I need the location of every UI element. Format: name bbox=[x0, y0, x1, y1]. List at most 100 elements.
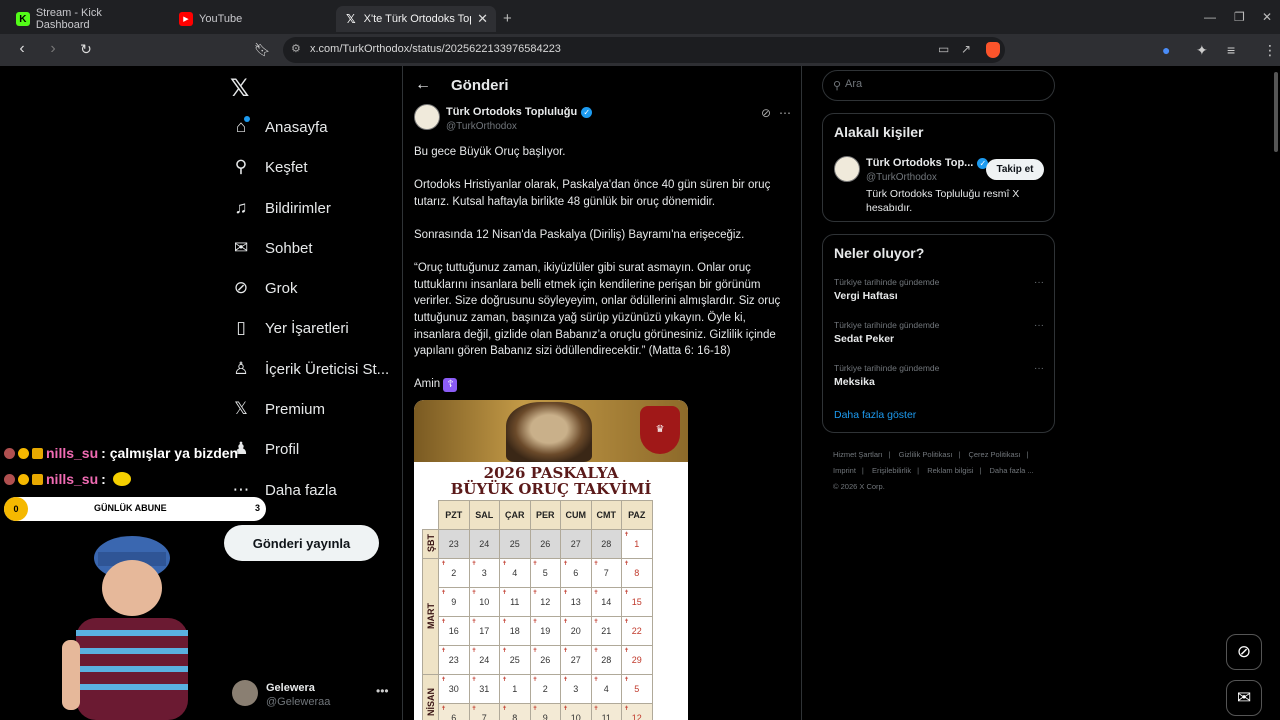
calendar-day: 26 ✝ bbox=[529, 645, 561, 675]
more-icon[interactable]: ••• bbox=[376, 684, 389, 698]
new-tab-button[interactable]: + bbox=[503, 10, 512, 27]
day-number: 8 bbox=[512, 713, 518, 720]
avatar[interactable] bbox=[834, 156, 860, 182]
tweet-author[interactable]: Türk Ortodoks Topluluğu ✓ bbox=[446, 106, 593, 118]
calendar-day-header: PER bbox=[529, 500, 561, 530]
calendar-day: 7 ✝ bbox=[468, 703, 500, 720]
extensions-icon[interactable]: ✦ bbox=[1196, 42, 1208, 59]
site-settings-icon[interactable]: ⚙ bbox=[291, 42, 301, 55]
back-icon[interactable]: ‹ bbox=[12, 40, 32, 58]
tab-x[interactable]: 𝕏 X'te Türk Ortodoks Topluluğu ✕ bbox=[336, 6, 496, 32]
tab-kick[interactable]: K Stream - Kick Dashboard bbox=[8, 6, 165, 32]
trends-card: Neler oluyor? Türkiye tarihinde gündemde… bbox=[822, 234, 1055, 433]
close-icon[interactable]: ✕ bbox=[477, 11, 488, 27]
nav-messages[interactable]: ✉ Sohbet bbox=[231, 233, 313, 263]
related-name[interactable]: Türk Ortodoks Top... ✓ bbox=[866, 157, 989, 169]
restore-icon[interactable]: ❐ bbox=[1234, 10, 1245, 24]
nav-premium[interactable]: 𝕏 Premium bbox=[231, 394, 325, 424]
account-switcher[interactable]: Gelewera @Geleweraa ••• bbox=[232, 680, 392, 710]
url-text[interactable]: x.com/TurkOrthodox/status/20256221339765… bbox=[310, 43, 561, 55]
footer-link[interactable]: Imprint bbox=[833, 466, 856, 475]
cross-icon: ✝ bbox=[563, 706, 569, 712]
show-more-link[interactable]: Daha fazla göster bbox=[834, 409, 916, 421]
playlist-icon[interactable]: ≡ bbox=[1227, 42, 1235, 58]
back-arrow-icon[interactable]: ← bbox=[415, 76, 431, 94]
cast-icon[interactable]: ▭ bbox=[938, 42, 949, 56]
trend-item[interactable]: Türkiye tarihinde gündemde Vergi Haftası… bbox=[834, 277, 1044, 302]
bookmark-page-icon[interactable]: 🔖︎ bbox=[252, 42, 272, 58]
address-bar[interactable]: ⚙ x.com/TurkOrthodox/status/202562213397… bbox=[283, 37, 1005, 63]
minimize-icon[interactable]: — bbox=[1204, 10, 1216, 24]
more-icon[interactable]: ··· bbox=[1034, 363, 1044, 374]
nav-explore[interactable]: ⚲ Keşfet bbox=[231, 152, 308, 182]
author-handle[interactable]: @TurkOrthodox bbox=[446, 121, 517, 132]
grok-button[interactable]: ⊘ bbox=[1226, 634, 1262, 670]
nav-notifications[interactable]: ♫ Bildirimler bbox=[231, 193, 331, 223]
trend-category: Türkiye tarihinde gündemde bbox=[834, 363, 940, 373]
more-icon[interactable]: ··· bbox=[1034, 277, 1044, 288]
post-button[interactable]: Gönderi yayınla bbox=[224, 525, 379, 561]
nav-creator-studio[interactable]: ♙ İçerik Üreticisi St... bbox=[231, 354, 389, 384]
scrollbar[interactable] bbox=[1274, 72, 1278, 152]
reload-icon[interactable]: ↻ bbox=[76, 41, 96, 58]
nav-label: Profil bbox=[265, 440, 300, 458]
close-window-icon[interactable]: ✕ bbox=[1262, 10, 1272, 24]
search-input[interactable] bbox=[845, 78, 1045, 90]
calendar-day: 3 ✝ bbox=[560, 674, 592, 704]
double-headed-eagle-icon: ♛ bbox=[640, 406, 680, 454]
trend-item[interactable]: Türkiye tarihinde gündemde Meksika ··· bbox=[834, 363, 1044, 388]
nav-home[interactable]: ⌂ Anasayfa bbox=[231, 112, 328, 142]
calendar-month-label: NİSAN bbox=[422, 674, 439, 720]
cross-icon: ✝ bbox=[471, 677, 477, 683]
tweet-text: Bu gece Büyük Oruç başlıyor. Ortodoks Hr… bbox=[414, 144, 790, 393]
related-handle[interactable]: @TurkOrthodox bbox=[866, 172, 937, 183]
cross-icon: ✝ bbox=[532, 706, 538, 712]
search-box[interactable]: ⚲ bbox=[822, 70, 1055, 101]
related-name-text[interactable]: Türk Ortodoks Top... bbox=[866, 157, 973, 169]
nav-grok[interactable]: ⊘ Grok bbox=[231, 273, 298, 303]
follow-button[interactable]: Takip et bbox=[986, 159, 1044, 180]
more-icon[interactable]: ⋯ bbox=[779, 106, 791, 120]
footer-link[interactable]: Reklam bilgisi bbox=[927, 466, 973, 475]
icon-painting bbox=[506, 402, 592, 462]
messages-button[interactable]: ✉ bbox=[1226, 680, 1262, 716]
tab-title: YouTube bbox=[199, 13, 243, 25]
footer-separator: | bbox=[979, 466, 982, 475]
footer-link[interactable]: Daha fazla ... bbox=[990, 466, 1034, 475]
day-number: 22 bbox=[631, 626, 642, 636]
grok-explain-icon[interactable]: ⊘ bbox=[761, 106, 771, 120]
footer-link[interactable]: Erişilebilirlik bbox=[872, 466, 911, 475]
day-number: 16 bbox=[448, 626, 459, 636]
day-number: 5 bbox=[634, 684, 640, 694]
forward-icon[interactable]: › bbox=[43, 40, 63, 58]
x-logo-icon[interactable]: 𝕏 bbox=[230, 74, 249, 103]
day-number: 14 bbox=[601, 597, 612, 607]
nav-profile[interactable]: ♟ Profil bbox=[231, 434, 299, 464]
menu-icon[interactable]: ⋮ bbox=[1263, 42, 1277, 59]
sub-goal-label: GÜNLÜK ABUNE bbox=[94, 503, 167, 513]
footer-separator: | bbox=[1026, 450, 1029, 459]
author-name[interactable]: Türk Ortodoks Topluluğu bbox=[446, 106, 577, 118]
calendar-day: 5 ✝ bbox=[529, 558, 561, 588]
browser-toolbar: ‹ › ↻ 🔖︎ ⚙ x.com/TurkOrthodox/status/202… bbox=[0, 34, 1280, 66]
trend-item[interactable]: Türkiye tarihinde gündemde Sedat Peker ·… bbox=[834, 320, 1044, 345]
day-number: 15 bbox=[631, 597, 642, 607]
share-icon[interactable]: ↗ bbox=[961, 42, 971, 56]
footer-separator: | bbox=[917, 466, 920, 475]
grok-icon: ⊘ bbox=[1236, 642, 1252, 661]
nav-label: Premium bbox=[265, 400, 326, 418]
footer-link[interactable]: Hizmet Şartları bbox=[833, 450, 883, 459]
nav-bookmarks[interactable]: ▯ Yer İşaretleri bbox=[231, 313, 348, 343]
wallet-icon[interactable]: ● bbox=[1162, 42, 1170, 58]
avatar[interactable] bbox=[414, 104, 440, 130]
tab-youtube[interactable]: ▶ YouTube bbox=[171, 6, 331, 32]
brave-shield-icon[interactable] bbox=[986, 42, 1000, 58]
calendar-day: 3 ✝ bbox=[468, 558, 500, 588]
more-icon[interactable]: ··· bbox=[1034, 320, 1044, 331]
day-number: 28 bbox=[601, 539, 612, 549]
badge-icon bbox=[4, 473, 15, 485]
footer-link[interactable]: Çerez Politikası bbox=[968, 450, 1020, 459]
tweet-image[interactable]: ♛ 2026 PASKALYA BÜYÜK ORUÇ TAKVİMİ PZT SA… bbox=[414, 400, 688, 720]
footer-link[interactable]: Gizlilik Politikası bbox=[899, 450, 953, 459]
badge-icon bbox=[18, 473, 29, 485]
